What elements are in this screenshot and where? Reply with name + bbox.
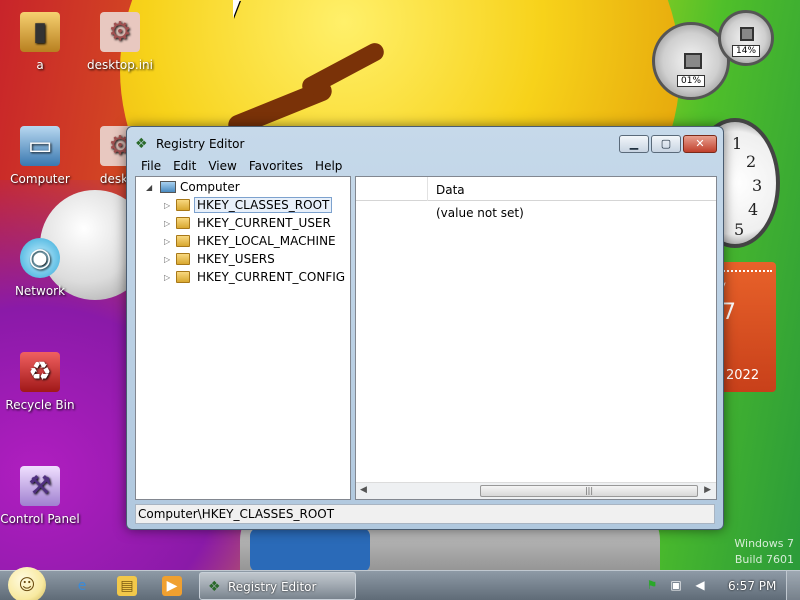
watermark-line1: Windows 7	[734, 537, 794, 550]
network-tray-icon[interactable]: ▣	[668, 577, 684, 593]
menu-edit[interactable]: Edit	[167, 158, 202, 176]
scroll-right-icon[interactable]: ▶	[704, 485, 711, 495]
tree-item-label: HKEY_CURRENT_USER	[197, 216, 331, 230]
expand-arrow-icon[interactable]: ▷	[164, 219, 172, 228]
folder-icon	[176, 235, 190, 247]
internet-explorer-icon[interactable]: e	[72, 576, 92, 596]
status-bar: Computer\HKEY_CLASSES_ROOT	[135, 504, 715, 524]
tree-item-label: HKEY_LOCAL_MACHINE	[197, 234, 336, 248]
action-center-icon[interactable]: ⚑	[644, 577, 660, 593]
value-data-cell[interactable]: (value not set)	[436, 206, 524, 220]
desktop-icon-label: Computer	[10, 172, 70, 186]
column-header-data[interactable]: Data	[436, 183, 465, 197]
start-button[interactable]: ☺	[8, 567, 46, 600]
desktop-icon-computer[interactable]: ▭ Computer	[0, 126, 80, 186]
menu-view[interactable]: View	[202, 158, 242, 176]
tree-root-label: Computer	[180, 180, 240, 194]
desktop-icon-desktop-ini[interactable]: ⚙ desktop.ini	[80, 12, 160, 72]
tree-item-label: HKEY_USERS	[197, 252, 275, 266]
media-player-icon[interactable]: ▶	[162, 576, 182, 596]
registry-editor-icon: ❖	[208, 579, 221, 595]
control-panel-icon: ⚒	[20, 466, 60, 506]
window-title: Registry Editor	[156, 137, 245, 151]
memory-usage-label: 14%	[731, 45, 761, 57]
column-header-name[interactable]	[356, 177, 428, 201]
tree-root-computer[interactable]: ◢ Computer	[146, 180, 240, 194]
network-icon: ◉	[20, 238, 60, 278]
desktop-icon-label: Recycle Bin	[5, 398, 75, 412]
folder-icon	[176, 253, 190, 265]
calendar-day-stub: 7	[722, 300, 736, 325]
folder-icon	[176, 271, 190, 283]
minimize-button[interactable]: ▁	[619, 135, 649, 153]
desktop-icon-recycle-bin[interactable]: ♻ Recycle Bin	[0, 352, 80, 412]
tree-item-hkey-current-user[interactable]: ▷ HKEY_CURRENT_USER	[164, 214, 334, 232]
collapse-arrow-icon[interactable]: ◢	[146, 183, 156, 192]
cpu-chip-icon	[684, 53, 702, 69]
desktop-icon-label: desktop.ini	[87, 58, 153, 72]
cpu-usage-label: 01%	[676, 75, 706, 87]
memory-meter-gadget[interactable]: 14%	[718, 10, 774, 66]
taskbar-item-registry-editor[interactable]: ❖ Registry Editor	[199, 572, 356, 600]
watermark-line2: Build 7601	[734, 553, 794, 566]
scroll-left-icon[interactable]: ◀	[360, 485, 367, 495]
calendar-year: 2022	[726, 368, 760, 383]
tree-item-hkey-local-machine[interactable]: ▷ HKEY_LOCAL_MACHINE	[164, 232, 339, 250]
tree-item-hkey-classes-root[interactable]: ▷ HKEY_CLASSES_ROOT	[164, 196, 333, 214]
scrollbar-thumb[interactable]: |||	[480, 485, 698, 497]
taskbar-clock[interactable]: 6:57 PM	[728, 579, 776, 593]
desktop-icon-a[interactable]: ▮ a	[0, 12, 80, 72]
computer-icon	[160, 181, 176, 193]
settings-file-icon: ⚙	[100, 12, 140, 52]
mouse-cursor-icon	[233, 0, 240, 18]
taskbar-item-label: Registry Editor	[228, 580, 317, 594]
expand-arrow-icon[interactable]: ▷	[164, 255, 172, 264]
column-header-row: Data	[356, 177, 716, 201]
status-path: Computer\HKEY_CLASSES_ROOT	[138, 507, 335, 521]
explorer-folder-icon[interactable]: ▤	[117, 576, 137, 596]
clock-numeral-5: 5	[734, 220, 745, 239]
windows-build-watermark: Windows 7 Build 7601	[734, 536, 794, 568]
registry-tree[interactable]: ◢ Computer ▷ HKEY_CLASSES_ROOT ▷ HKEY_CU…	[135, 176, 351, 500]
memory-chip-icon	[740, 27, 754, 41]
taskbar: ☺ e ▤ ▶ ❖ Registry Editor ⚑ ▣ ◀ 6:57 PM	[0, 567, 800, 600]
computer-icon: ▭	[20, 126, 60, 166]
clock-numeral-3: 3	[752, 176, 763, 195]
show-desktop-button[interactable]	[786, 571, 800, 600]
registry-editor-window[interactable]: ❖ Registry Editor ▁ ▢ ✕ File Edit View F…	[126, 126, 724, 530]
tree-item-hkey-users[interactable]: ▷ HKEY_USERS	[164, 250, 278, 268]
tree-item-hkey-current-config[interactable]: ▷ HKEY_CURRENT_CONFIG	[164, 268, 348, 286]
clock-numeral-2: 2	[746, 152, 757, 171]
expand-arrow-icon[interactable]: ▷	[164, 237, 172, 246]
desktop-icon-network[interactable]: ◉ Network	[0, 238, 80, 298]
menu-file[interactable]: File	[135, 158, 167, 176]
menu-help[interactable]: Help	[309, 158, 348, 176]
expand-arrow-icon[interactable]: ▷	[164, 201, 172, 210]
wallpaper-sock	[250, 528, 370, 572]
maximize-button[interactable]: ▢	[651, 135, 681, 153]
expand-arrow-icon[interactable]: ▷	[164, 273, 172, 282]
menu-favorites[interactable]: Favorites	[243, 158, 309, 176]
title-bar[interactable]: ❖ Registry Editor ▁ ▢ ✕	[127, 127, 723, 157]
desktop-icon-label: Network	[14, 284, 66, 298]
recycle-bin-icon: ♻	[20, 352, 60, 392]
folder-icon	[176, 199, 190, 211]
values-list[interactable]: Data (value not set) ◀ ||| ▶	[355, 176, 717, 500]
menu-bar: File Edit View Favorites Help	[135, 158, 715, 176]
horizontal-scrollbar[interactable]: ◀ ||| ▶	[356, 482, 716, 499]
folder-user-icon: ▮	[20, 12, 60, 52]
tree-item-label: HKEY_CLASSES_ROOT	[194, 197, 333, 213]
registry-editor-icon: ❖	[135, 136, 148, 152]
desktop-icon-label: Control Panel	[0, 512, 80, 526]
folder-icon	[176, 217, 190, 229]
close-button[interactable]: ✕	[683, 135, 717, 153]
desktop-icon-label: a	[36, 58, 44, 72]
clock-numeral-1: 1	[732, 134, 743, 153]
tree-item-label: HKEY_CURRENT_CONFIG	[197, 270, 346, 284]
desktop-icon-control-panel[interactable]: ⚒ Control Panel	[0, 466, 80, 526]
volume-muted-icon[interactable]: ◀	[692, 577, 708, 593]
clock-numeral-4: 4	[748, 200, 759, 219]
